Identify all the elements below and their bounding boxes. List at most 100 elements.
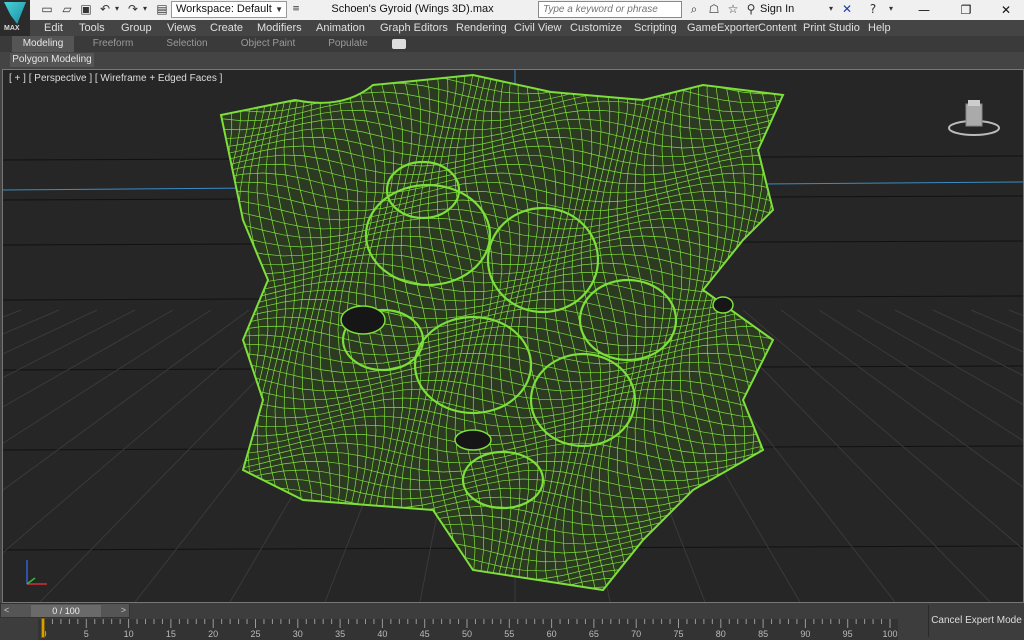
redo-dropdown-icon[interactable]: ▾	[138, 2, 152, 16]
cancel-expert-mode-button[interactable]: Cancel Expert Mode	[928, 605, 1024, 637]
grid-line	[1008, 309, 1023, 317]
menu-create[interactable]: Create	[210, 22, 243, 34]
ruler-label: 10	[123, 629, 134, 639]
ruler-label: 45	[419, 629, 430, 639]
open-folder-icon[interactable]: ▱	[60, 2, 74, 16]
menu-edit[interactable]: Edit	[44, 22, 63, 34]
menu-group[interactable]: Group	[121, 22, 152, 34]
ruler-label: 65	[588, 629, 599, 639]
tab-object-paint[interactable]: Object Paint	[232, 36, 304, 52]
user-icon: ⚲	[746, 2, 756, 16]
menu-graph-editors[interactable]: Graph Editors	[380, 22, 448, 34]
help-icon[interactable]: ?	[866, 2, 880, 16]
menu-content[interactable]: Content	[758, 22, 797, 34]
next-frame-icon[interactable]: >	[121, 604, 126, 617]
perspective-viewport[interactable]: [ + ] [ Perspective ] [ Wireframe + Edge…	[2, 69, 1024, 603]
minimize-button[interactable]: —	[904, 0, 944, 20]
ruler-label: 5	[83, 629, 89, 639]
menu-rendering[interactable]: Rendering	[456, 22, 507, 34]
favorites-star-icon[interactable]: ☆	[726, 2, 740, 16]
time-cursor-handle[interactable]	[41, 618, 45, 638]
grid-line	[970, 309, 1023, 333]
axis-tripod-icon	[26, 560, 47, 585]
grid-line	[932, 309, 1023, 353]
ruler-label: 25	[250, 629, 261, 639]
prev-frame-icon[interactable]: <	[4, 604, 9, 617]
mesh-edge	[203, 596, 803, 602]
ruler-label: 70	[631, 629, 642, 639]
search-input[interactable]	[538, 1, 682, 18]
menu-animation[interactable]: Animation	[316, 22, 365, 34]
viewcube-icon[interactable]	[947, 98, 1001, 138]
tab-modeling[interactable]: Modeling	[12, 36, 74, 52]
max-logo-icon	[4, 2, 26, 24]
viewport-label[interactable]: [ + ] [ Perspective ] [ Wireframe + Edge…	[9, 73, 222, 84]
workspace-dropdown[interactable]: Workspace: Default ▼	[171, 1, 287, 18]
ruler-label: 50	[461, 629, 473, 639]
timeline-ruler[interactable]: 0510152025303540455055606570758085909510…	[38, 619, 898, 640]
close-button[interactable]: ✕	[986, 0, 1024, 20]
mesh-edge	[221, 577, 783, 590]
help-dropdown-icon[interactable]: ▾	[884, 2, 898, 16]
mesh-edge	[221, 586, 783, 590]
menu-scripting[interactable]: Scripting	[634, 22, 677, 34]
chevron-down-icon: ▼	[275, 5, 283, 14]
menu-civil-view[interactable]: Civil View	[514, 22, 561, 34]
tab-selection[interactable]: Selection	[158, 36, 216, 52]
mesh-hole	[712, 296, 734, 314]
ruler-label: 15	[165, 629, 176, 639]
ribbon-panel-bar: Polygon Modeling	[0, 52, 1024, 68]
workspace-value: Workspace: Default	[176, 3, 272, 15]
grid-line	[818, 309, 1023, 442]
project-folder-icon[interactable]: ▤	[155, 2, 169, 16]
communication-center-icon[interactable]: ☖	[707, 2, 721, 16]
ruler-label: 80	[715, 629, 726, 639]
polygon-modeling-panel[interactable]: Polygon Modeling	[10, 53, 94, 67]
document-title: Schoen's Gyroid (Wings 3D).max	[331, 3, 494, 15]
gyroid-wireframe-mesh	[203, 73, 803, 602]
menu-print-studio[interactable]: Print Studio	[803, 22, 860, 34]
undo-dropdown-icon[interactable]: ▾	[110, 2, 124, 16]
ruler-label: 40	[377, 629, 388, 639]
menu-bar: Edit Tools Group Views Create Modifiers …	[30, 20, 1024, 36]
ruler-label: 55	[504, 629, 515, 639]
mesh-edge	[221, 75, 224, 590]
mesh-edge	[760, 75, 782, 590]
app-logo-label: MAX	[4, 25, 20, 32]
exchange-apps-icon[interactable]: ✕	[840, 2, 854, 16]
viewport-scene	[3, 70, 1023, 602]
mesh-edge	[769, 75, 783, 590]
title-bar: MAX ▭ ▱ ▣ ↶ ▾ ↷ ▾ ▤ Workspace: Default ▼…	[0, 0, 1024, 36]
menu-gameexporter[interactable]: GameExporter	[687, 22, 759, 34]
new-file-icon[interactable]: ▭	[40, 2, 54, 16]
frame-counter[interactable]: 0 / 100	[31, 605, 101, 617]
tab-freeform[interactable]: Freeform	[84, 36, 142, 52]
grid-line	[780, 309, 1023, 488]
menu-customize[interactable]: Customize	[570, 22, 622, 34]
maximize-button[interactable]: ❐	[946, 0, 986, 20]
ribbon-toggle-button[interactable]	[392, 39, 406, 49]
ruler-label: 95	[842, 629, 853, 639]
ruler-label: 35	[335, 629, 346, 639]
menu-modifiers[interactable]: Modifiers	[257, 22, 302, 34]
ruler-label: 60	[546, 629, 557, 639]
ruler-label: 30	[292, 629, 303, 639]
timeline: < 0 / 100 > 0510152025303540455055606570…	[0, 603, 1024, 640]
sign-in-dropdown-icon[interactable]: ▾	[824, 2, 838, 16]
menu-help[interactable]: Help	[868, 22, 891, 34]
menu-tools[interactable]: Tools	[79, 22, 105, 34]
menu-views[interactable]: Views	[167, 22, 196, 34]
grid-line	[856, 309, 1023, 406]
mesh-hole	[340, 305, 386, 335]
ruler-label: 100	[882, 629, 898, 639]
grid-line	[3, 309, 22, 318]
sign-in-button[interactable]: Sign In	[760, 3, 794, 15]
save-icon[interactable]: ▣	[79, 2, 93, 16]
ruler-label: 85	[758, 629, 769, 639]
app-menu-button[interactable]: MAX	[0, 0, 30, 36]
tab-populate[interactable]: Populate	[320, 36, 376, 52]
ruler-label: 20	[208, 629, 219, 639]
time-slider[interactable]: < 0 / 100 >	[0, 603, 130, 618]
binoculars-icon[interactable]: ⌕	[687, 2, 701, 16]
ribbon-tabs: Modeling Freeform Selection Object Paint…	[0, 36, 1024, 52]
